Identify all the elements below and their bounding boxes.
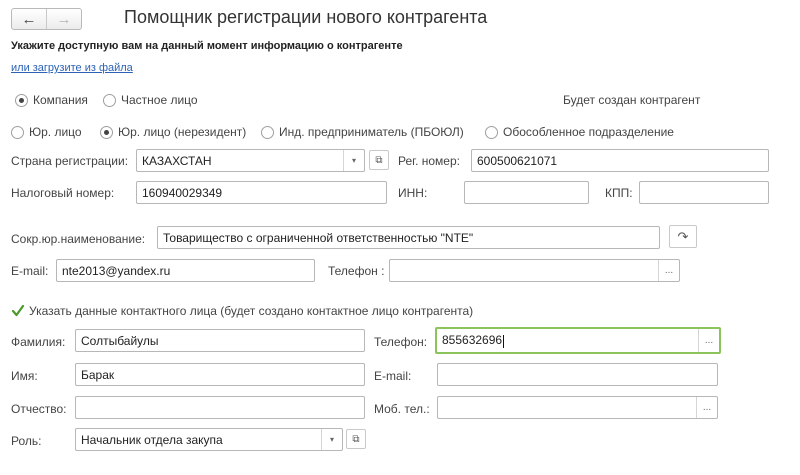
open-role-button[interactable]: ⧉ — [346, 429, 366, 449]
radio-unselected-icon — [485, 125, 498, 139]
text-cursor — [503, 334, 505, 348]
contact-person-checkbox-label: Указать данные контактного лица (будет с… — [29, 304, 474, 318]
name-field[interactable]: Барак — [75, 363, 365, 386]
inn-label: ИНН: — [398, 186, 428, 200]
email-field[interactable]: nte2013@yandex.ru — [56, 259, 315, 282]
role-label: Роль: — [11, 434, 42, 448]
radio-company-label: Компания — [33, 93, 88, 107]
forward-arrow-icon: → — [56, 10, 72, 28]
contact-email-field[interactable] — [437, 363, 718, 386]
more-button[interactable]: ... — [696, 397, 717, 418]
radio-company[interactable]: Компания — [15, 93, 88, 107]
surname-value: Солтыбайулы — [81, 333, 159, 348]
country-value: КАЗАХСТАН — [142, 153, 212, 168]
surname-field[interactable]: Солтыбайулы — [75, 329, 365, 352]
country-label: Страна регистрации: — [11, 154, 129, 168]
name-value: Барак — [81, 367, 115, 382]
short-name-field[interactable]: Товарищество с ограниченной ответственно… — [157, 226, 660, 249]
open-form-icon: ⧉ — [375, 154, 383, 166]
kpp-field[interactable] — [639, 181, 769, 204]
radio-private-person[interactable]: Частное лицо — [103, 93, 198, 107]
phone-field[interactable]: ... — [389, 259, 680, 282]
contact-phone-field[interactable]: 855632696 ... — [435, 327, 721, 354]
dropdown-arrow-icon[interactable]: ▾ — [321, 429, 342, 450]
back-arrow-icon: ← — [21, 10, 37, 28]
patronymic-label: Отчество: — [11, 402, 67, 416]
back-button[interactable]: ← — [12, 9, 47, 29]
more-button[interactable]: ... — [698, 329, 719, 352]
info-text: Будет создан контрагент — [563, 93, 701, 107]
instructions-text: Укажите доступную вам на данный момент и… — [11, 40, 403, 52]
radio-separate-division[interactable]: Обособленное подразделение — [485, 125, 674, 139]
radio-private-person-label: Частное лицо — [121, 93, 198, 107]
radio-legal-entity-label: Юр. лицо — [29, 125, 82, 139]
radio-individual-entrepreneur[interactable]: Инд. предприниматель (ПБОЮЛ) — [261, 125, 464, 139]
dropdown-arrow-icon[interactable]: ▾ — [343, 150, 364, 171]
kpp-label: КПП: — [605, 186, 633, 200]
radio-unselected-icon — [103, 93, 116, 107]
radio-selected-icon — [15, 93, 28, 107]
navigation-buttons: ← → — [11, 8, 82, 30]
more-button[interactable]: ... — [658, 260, 679, 281]
radio-separate-division-label: Обособленное подразделение — [503, 125, 674, 139]
radio-individual-entrepreneur-label: Инд. предприниматель (ПБОЮЛ) — [279, 125, 464, 139]
fill-name-button[interactable]: ↷ — [669, 225, 697, 248]
short-name-value: Товарищество с ограниченной ответственно… — [163, 230, 474, 245]
window-title: Помощник регистрации нового контрагента — [124, 7, 488, 27]
tax-number-label: Налоговый номер: — [11, 186, 115, 200]
radio-unselected-icon — [261, 125, 274, 139]
radio-legal-entity[interactable]: Юр. лицо — [11, 125, 82, 139]
tax-number-field[interactable]: 160940029349 — [136, 181, 387, 204]
checkmark-icon — [11, 304, 25, 318]
country-select[interactable]: КАЗАХСТАН ▾ — [136, 149, 365, 172]
email-value: nte2013@yandex.ru — [62, 263, 171, 278]
short-name-label: Сокр.юр.наименование: — [11, 232, 146, 246]
contact-email-label: E-mail: — [374, 369, 412, 383]
contact-phone-value: 855632696 — [442, 333, 505, 348]
regnum-field[interactable]: 600500621071 — [471, 149, 769, 172]
radio-legal-entity-nonresident-label: Юр. лицо (нерезидент) — [118, 125, 247, 139]
regnum-label: Рег. номер: — [398, 154, 460, 168]
surname-label: Фамилия: — [11, 335, 66, 349]
radio-selected-icon — [100, 125, 113, 139]
forward-button[interactable]: → — [47, 9, 81, 29]
load-from-file-link[interactable]: или загрузите из файла — [11, 62, 133, 74]
role-value: Начальник отдела закупа — [81, 432, 223, 447]
patronymic-field[interactable] — [75, 396, 365, 419]
phone-label: Телефон : — [328, 264, 385, 278]
name-label: Имя: — [11, 369, 38, 383]
contact-phone-label: Телефон: — [374, 335, 428, 349]
radio-legal-entity-nonresident[interactable]: Юр. лицо (нерезидент) — [100, 125, 246, 139]
role-select[interactable]: Начальник отдела закупа ▾ — [75, 428, 343, 451]
regnum-value: 600500621071 — [477, 153, 558, 168]
open-country-button[interactable]: ⧉ — [369, 150, 389, 170]
tax-number-value: 160940029349 — [142, 185, 223, 200]
refresh-arrow-icon: ↷ — [677, 228, 689, 244]
contact-person-checkbox[interactable]: Указать данные контактного лица (будет с… — [11, 304, 473, 318]
mobile-label: Моб. тел.: — [374, 402, 430, 416]
email-label: E-mail: — [11, 264, 49, 278]
open-form-icon: ⧉ — [352, 433, 360, 445]
radio-unselected-icon — [11, 125, 24, 139]
mobile-field[interactable]: ... — [437, 396, 718, 419]
inn-field[interactable] — [464, 181, 589, 204]
